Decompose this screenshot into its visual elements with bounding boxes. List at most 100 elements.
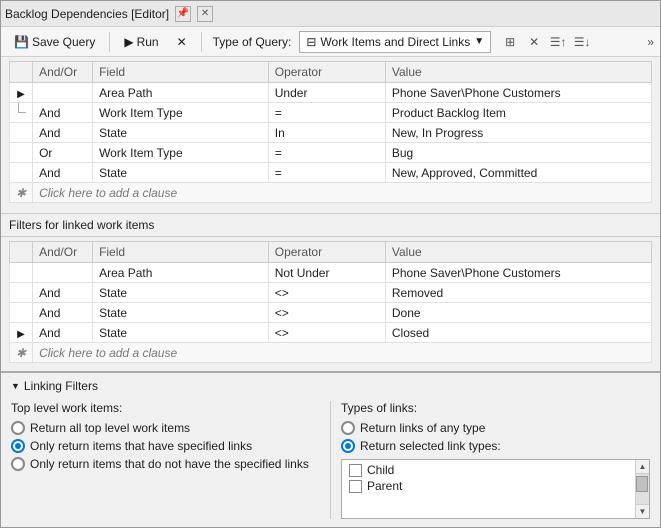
- table-row[interactable]: And State = New, Approved, Committed: [10, 163, 652, 183]
- operator-header: Operator: [268, 62, 385, 83]
- radio-all-button[interactable]: [11, 421, 25, 435]
- field-cell[interactable]: State: [93, 323, 269, 343]
- and-or-cell[interactable]: And: [33, 283, 93, 303]
- move-up-icon-btn[interactable]: ☰↑: [547, 31, 569, 53]
- close-button[interactable]: ✕: [197, 6, 213, 22]
- save-query-button[interactable]: 💾 Save Query: [7, 32, 102, 52]
- value-cell[interactable]: Phone Saver\Phone Customers: [385, 83, 651, 103]
- operator-cell[interactable]: Not Under: [268, 263, 385, 283]
- link-types-listbox[interactable]: Child Parent ▲ ▼: [341, 459, 650, 519]
- collapse-icon[interactable]: ▼: [11, 381, 20, 391]
- operator-cell[interactable]: =: [268, 163, 385, 183]
- row-arrow-cell: ▶: [10, 83, 33, 103]
- right-arrow-icon: ▶: [17, 329, 25, 340]
- linked-arrow-cell: ▶: [10, 323, 33, 343]
- operator-cell[interactable]: <>: [268, 303, 385, 323]
- value-cell[interactable]: Done: [385, 303, 651, 323]
- table-row[interactable]: Or Work Item Type = Bug: [10, 143, 652, 163]
- table-row[interactable]: ▶ And State <> Closed: [10, 323, 652, 343]
- and-or-cell[interactable]: And: [33, 323, 93, 343]
- table-row[interactable]: And State In New, In Progress: [10, 123, 652, 143]
- operator-cell[interactable]: <>: [268, 323, 385, 343]
- table-row[interactable]: And State <> Done: [10, 303, 652, 323]
- and-or-cell[interactable]: And: [33, 123, 93, 143]
- linked-and-or-header: And/Or: [33, 242, 93, 263]
- link-types-scrollbar[interactable]: ▲ ▼: [635, 460, 649, 518]
- scroll-thumb[interactable]: [636, 476, 648, 492]
- operator-cell[interactable]: <>: [268, 283, 385, 303]
- value-cell[interactable]: Phone Saver\Phone Customers: [385, 263, 651, 283]
- operator-cell[interactable]: In: [268, 123, 385, 143]
- radio-specified-button[interactable]: [11, 439, 25, 453]
- checkbox-item-parent[interactable]: Parent: [346, 478, 631, 494]
- field-cell[interactable]: Area Path: [93, 263, 269, 283]
- link-types-inner: Child Parent: [342, 460, 635, 518]
- radio-item-all[interactable]: Return all top level work items: [11, 421, 320, 435]
- table-row[interactable]: Area Path Not Under Phone Saver\Phone Cu…: [10, 263, 652, 283]
- radio-item-no-specified[interactable]: Only return items that do not have the s…: [11, 457, 320, 471]
- checkbox-parent[interactable]: [349, 480, 362, 493]
- value-header: Value: [385, 62, 651, 83]
- radio-any-type-label: Return links of any type: [360, 421, 485, 435]
- radio-no-specified-label: Only return items that do not have the s…: [30, 457, 309, 471]
- value-cell[interactable]: Closed: [385, 323, 651, 343]
- field-cell[interactable]: State: [93, 303, 269, 323]
- radio-item-specified[interactable]: Only return items that have specified li…: [11, 439, 320, 453]
- value-cell[interactable]: Removed: [385, 283, 651, 303]
- and-or-cell[interactable]: And: [33, 303, 93, 323]
- type-label: Type of Query:: [209, 35, 296, 49]
- value-cell[interactable]: Bug: [385, 143, 651, 163]
- value-cell[interactable]: Product Backlog Item: [385, 103, 651, 123]
- radio-selected-types-button[interactable]: [341, 439, 355, 453]
- remove-col-icon-btn[interactable]: ✕: [523, 31, 545, 53]
- columns-icon-btn[interactable]: ⊞: [499, 31, 521, 53]
- field-cell[interactable]: Area Path: [93, 83, 269, 103]
- and-or-cell[interactable]: And: [33, 163, 93, 183]
- value-cell[interactable]: New, In Progress: [385, 123, 651, 143]
- move-down-icon-btn[interactable]: ☰↓: [571, 31, 593, 53]
- and-or-cell[interactable]: [33, 263, 93, 283]
- linked-value-header: Value: [385, 242, 651, 263]
- operator-cell[interactable]: =: [268, 103, 385, 123]
- and-or-cell[interactable]: And: [33, 103, 93, 123]
- left-filters: Top level work items: Return all top lev…: [11, 401, 330, 519]
- and-or-cell[interactable]: Or: [33, 143, 93, 163]
- field-cell[interactable]: State: [93, 123, 269, 143]
- linked-section-header: Filters for linked work items: [1, 213, 660, 237]
- cancel-run-button[interactable]: ✕: [170, 32, 194, 52]
- radio-specified-label: Only return items that have specified li…: [30, 439, 252, 453]
- field-cell[interactable]: Work Item Type: [93, 103, 269, 123]
- linking-filters-content: Top level work items: Return all top lev…: [11, 401, 650, 519]
- linked-add-clause-text[interactable]: Click here to add a clause: [33, 343, 652, 363]
- pin-button[interactable]: 📌: [175, 6, 191, 22]
- radio-item-selected-types[interactable]: Return selected link types:: [341, 439, 650, 453]
- and-or-cell[interactable]: [33, 83, 93, 103]
- add-clause-row[interactable]: ✱ Click here to add a clause: [10, 183, 652, 203]
- radio-no-specified-button[interactable]: [11, 457, 25, 471]
- toolbar-overflow-button[interactable]: »: [647, 35, 654, 49]
- field-cell[interactable]: Work Item Type: [93, 143, 269, 163]
- linking-filters-section: ▼ Linking Filters Top level work items: …: [1, 371, 660, 525]
- table-row[interactable]: And Work Item Type = Product Backlog Ite…: [10, 103, 652, 123]
- linked-query-table: And/Or Field Operator Value Area Path No…: [9, 241, 652, 363]
- checkbox-child[interactable]: [349, 464, 362, 477]
- radio-selected-types-label: Return selected link types:: [360, 439, 501, 453]
- radio-any-type-button[interactable]: [341, 421, 355, 435]
- table-row[interactable]: ▶ Area Path Under Phone Saver\Phone Cust…: [10, 83, 652, 103]
- operator-cell[interactable]: Under: [268, 83, 385, 103]
- query-type-dropdown[interactable]: ⊟ Work Items and Direct Links ▼: [299, 31, 491, 53]
- checkbox-item-child[interactable]: Child: [346, 462, 631, 478]
- field-cell[interactable]: State: [93, 163, 269, 183]
- field-cell[interactable]: State: [93, 283, 269, 303]
- table-row[interactable]: And State <> Removed: [10, 283, 652, 303]
- add-clause-text[interactable]: Click here to add a clause: [33, 183, 652, 203]
- scroll-down-button[interactable]: ▼: [636, 504, 649, 518]
- operator-cell[interactable]: =: [268, 143, 385, 163]
- run-button[interactable]: ▶ Run: [117, 32, 165, 52]
- parent-label: Parent: [367, 479, 402, 493]
- scroll-up-button[interactable]: ▲: [636, 460, 649, 474]
- linked-add-clause-row[interactable]: ✱ Click here to add a clause: [10, 343, 652, 363]
- value-cell[interactable]: New, Approved, Committed: [385, 163, 651, 183]
- linked-arrow-cell: [10, 303, 33, 323]
- radio-item-any-type[interactable]: Return links of any type: [341, 421, 650, 435]
